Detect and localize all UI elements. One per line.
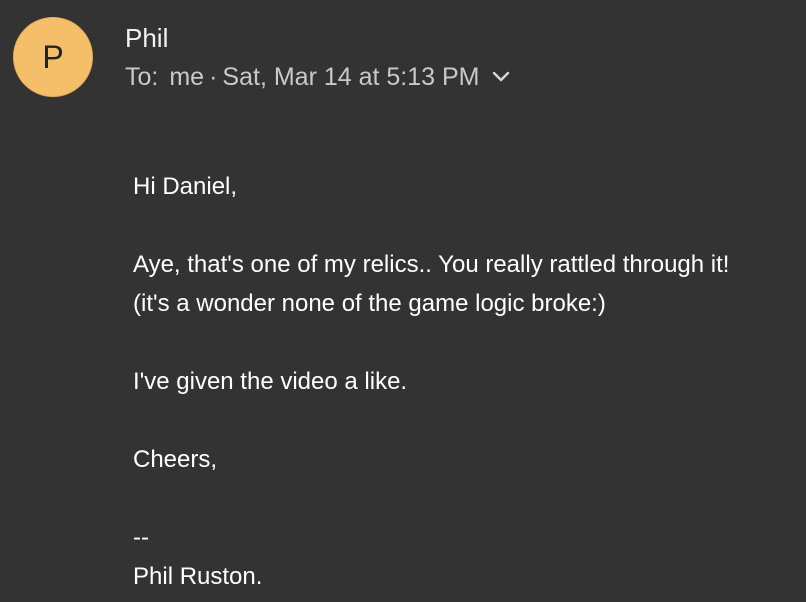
body-line-3: I've given the video a like. [133, 368, 408, 395]
signature-separator: -- [133, 524, 149, 551]
recipient-name: me [169, 63, 205, 91]
message-timestamp: Sat, Mar 14 at 5:13 PM [222, 63, 480, 91]
body-line-1: Aye, that's one of my relics.. You reall… [133, 251, 730, 278]
recipient-details[interactable]: To: me · Sat, Mar 14 at 5:13 PM [125, 62, 512, 92]
signoff-line: Cheers, [133, 446, 218, 473]
sender-name[interactable]: Phil [125, 23, 168, 53]
message-body: Hi Daniel, Aye, that's one of my relics.… [133, 167, 803, 596]
chevron-down-icon[interactable] [490, 66, 512, 88]
greeting-line: Hi Daniel, [133, 173, 238, 200]
avatar-letter: P [42, 38, 64, 75]
signature-name: Phil Ruston. [133, 563, 263, 590]
separator-dot: · [209, 63, 218, 91]
sender-avatar[interactable]: P [13, 17, 93, 97]
email-message-view: P Phil To: me · Sat, Mar 14 at 5:13 PM H… [0, 0, 806, 602]
to-label: To: [125, 63, 159, 91]
body-line-2: (it's a wonder none of the game logic br… [133, 290, 606, 317]
